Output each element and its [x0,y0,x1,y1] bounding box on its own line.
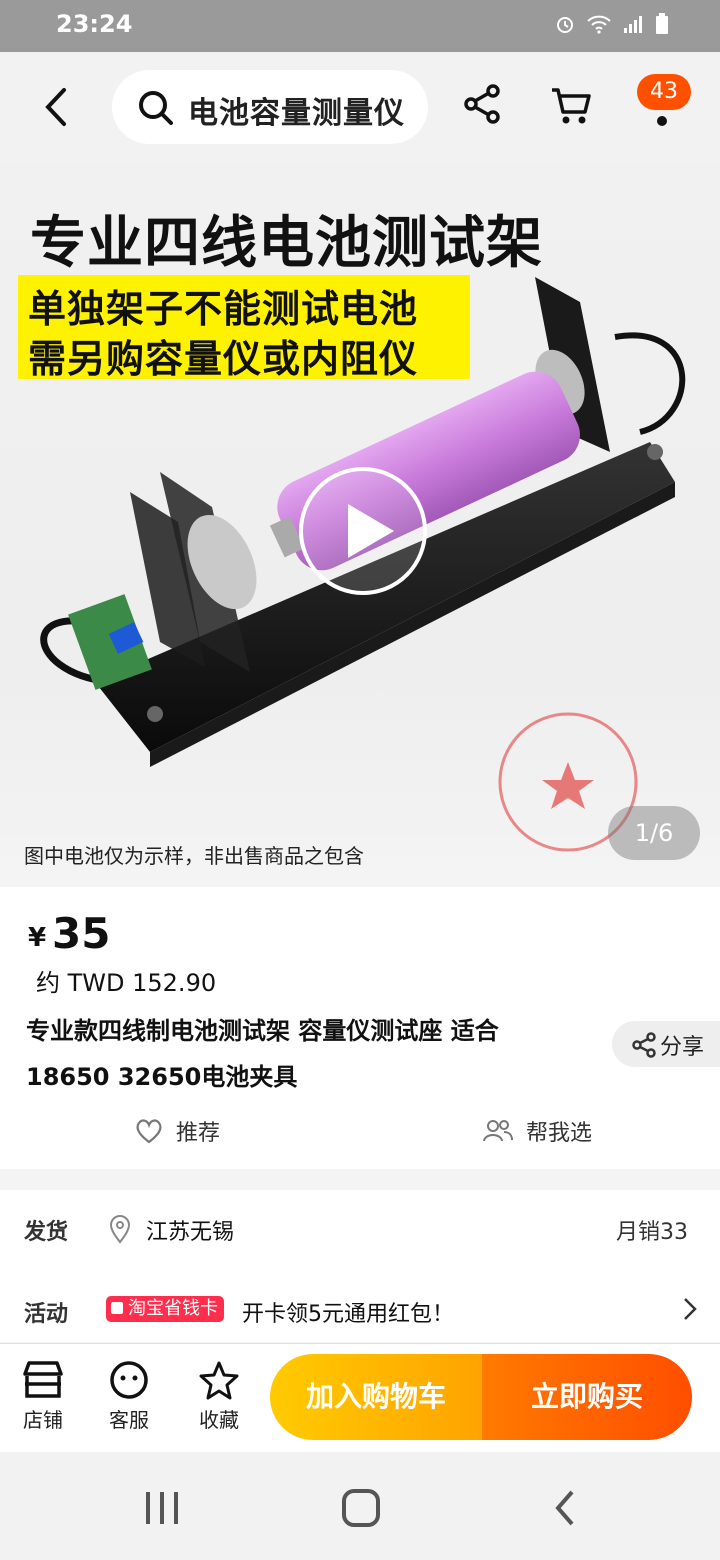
chevron-right-icon [684,1298,697,1320]
bottom-action-bar: 店铺 客服 收藏 加入购物车 立即购买 [0,1343,720,1452]
recommend-label: 推荐 [176,1121,221,1146]
back-button[interactable] [38,82,82,132]
image-caption: 图中电池仅为示样，非出售商品之包含 [24,844,364,868]
gift-icon [111,1302,123,1314]
monthly-sales: 月销33 [616,1220,688,1245]
service-face-icon [110,1361,148,1399]
help-label: 帮我选 [526,1121,593,1146]
product-image-gallery[interactable]: 专业四线电池测试架 单独架子不能测试电池 需另购容量仪或内阻仪 图中电池仅为示样… [0,162,720,887]
buy-now-button[interactable]: 立即购买 [482,1354,692,1440]
product-share-button[interactable]: 分享 [612,1021,720,1067]
more-dot-icon [657,116,667,126]
notice-line-1: 单独架子不能测试电池 [28,287,419,331]
cart-icon [552,88,591,124]
shipping-location: 江苏无锡 [146,1220,235,1245]
recommend-button[interactable]: 推荐 [134,1115,220,1147]
share-button[interactable] [460,82,504,130]
share-icon [632,1032,656,1058]
battery-icon [656,13,668,34]
share-label: 分享 [660,1035,705,1060]
search-bar[interactable]: 电池容量测量仪 [112,70,428,144]
play-video-icon[interactable] [296,464,430,598]
star-icon [199,1361,239,1400]
back-nav-icon[interactable] [548,1488,582,1528]
people-icon [483,1120,513,1142]
cart-button[interactable] [548,82,594,132]
favorite-label: 收藏 [199,1408,239,1432]
status-bar: 23:24 [0,0,720,52]
home-icon[interactable] [340,1488,382,1528]
signal-icon [624,16,642,33]
favorite-button[interactable]: 收藏 [190,1360,248,1433]
message-badge: 43 [637,74,691,110]
search-text: 电池容量测量仪 [188,96,405,131]
alarm-icon [557,17,573,33]
status-icons [554,12,670,36]
hero-title: 专业四线电池测试架 [30,211,543,276]
help-me-choose-button[interactable]: 帮我选 [482,1115,592,1147]
search-icon [139,91,173,125]
product-price: 35 [52,909,111,958]
status-time: 23:24 [56,10,133,38]
promo-row[interactable]: 活动 淘宝省钱卡 开卡领5元通用红包！ [0,1274,720,1342]
shipping-label: 发货 [24,1220,69,1245]
share-icon [464,84,500,124]
promo-badge: 淘宝省钱卡 [106,1296,224,1322]
wifi-icon [587,15,611,34]
customer-service-button[interactable]: 客服 [100,1360,158,1433]
recent-apps-icon[interactable] [142,1490,182,1526]
shop-label: 店铺 [23,1408,63,1432]
top-header: 电池容量测量仪 43 [0,52,720,162]
service-label: 客服 [109,1408,149,1432]
converted-price: 约 TWD 152.90 [36,969,217,997]
store-icon [23,1361,63,1398]
shop-button[interactable]: 店铺 [14,1360,72,1433]
product-info-card: ¥ 35 约 TWD 152.90 专业款四线制电池测试架 容量仪测试座 适合 … [0,887,720,1169]
product-title-line-2: 18650 32650电池夹具 [26,1063,298,1091]
heart-icon [136,1119,162,1144]
currency-symbol: ¥ [28,923,47,953]
promo-text: 开卡领5元通用红包！ [242,1302,454,1327]
system-nav-bar [0,1452,720,1560]
promo-badge-label: 淘宝省钱卡 [128,1298,218,1319]
shipping-section: 发货 江苏无锡 月销33 活动 淘宝省钱卡 开卡领5元通用红包！ [0,1190,720,1342]
promo-label: 活动 [24,1302,69,1327]
notice-line-2: 需另购容量仪或内阻仪 [28,337,419,381]
add-to-cart-button[interactable]: 加入购物车 [270,1354,482,1440]
image-pager: 1/6 [608,806,700,860]
product-title-line-1: 专业款四线制电池测试架 容量仪测试座 适合 [26,1017,499,1045]
chevron-left-icon [45,88,66,126]
location-icon [109,1215,131,1244]
more-messages-button[interactable]: 43 [637,74,691,128]
